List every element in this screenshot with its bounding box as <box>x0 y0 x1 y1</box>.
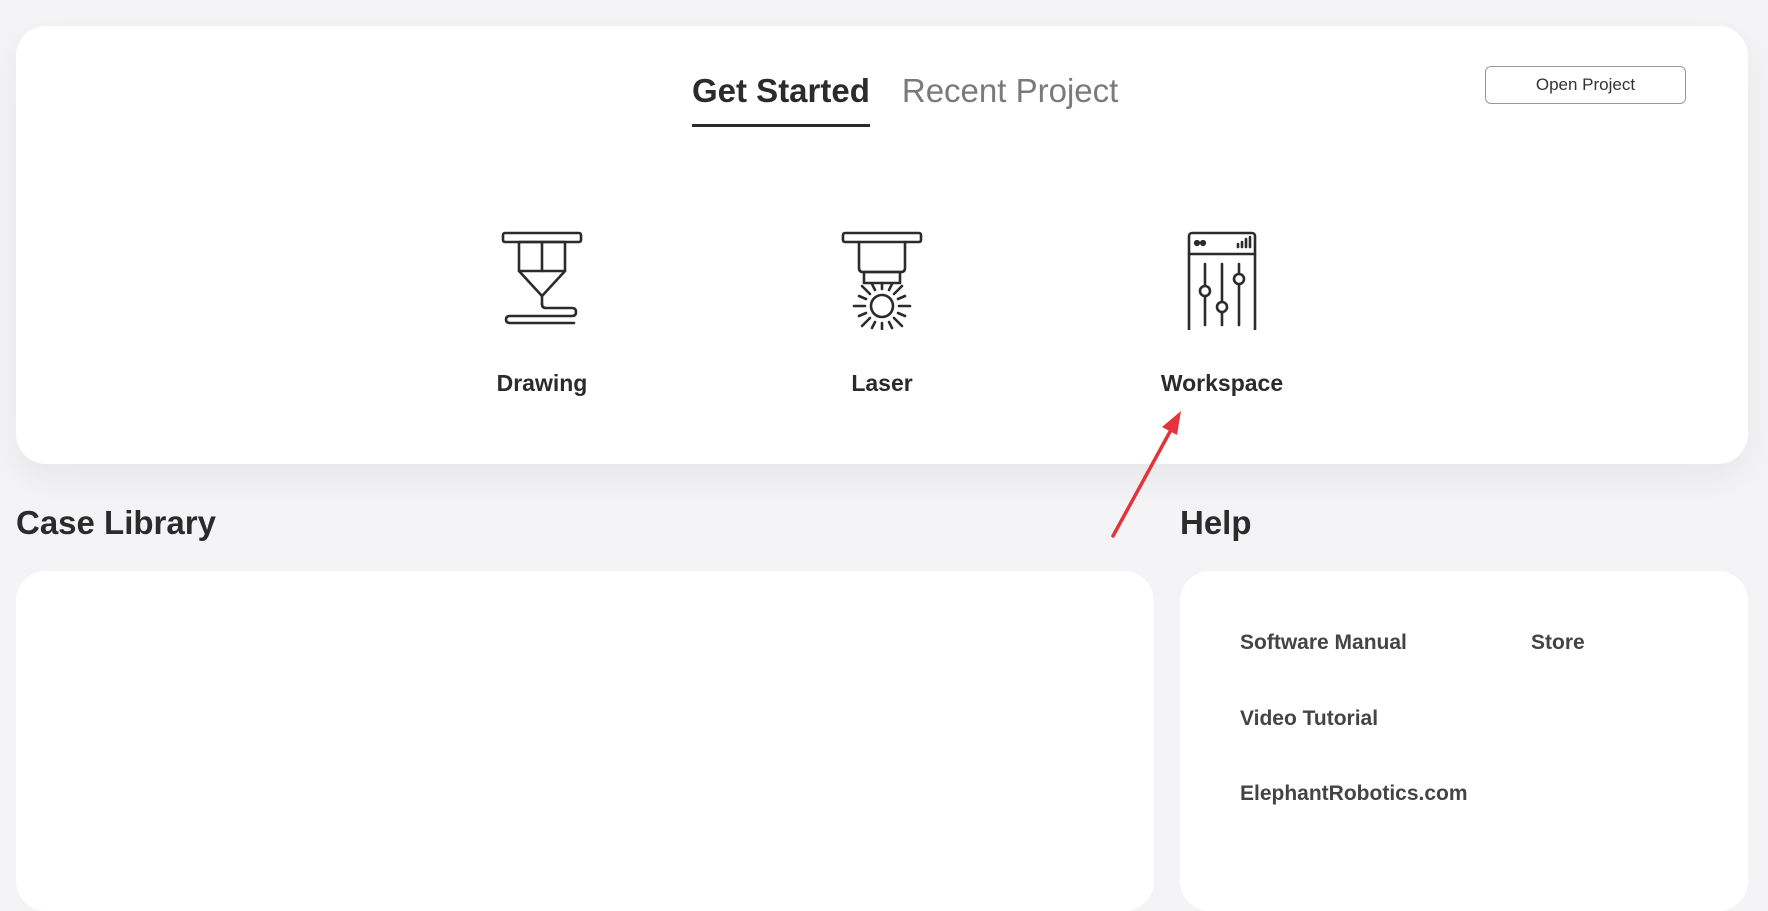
mode-workspace[interactable]: Workspace <box>1122 200 1322 397</box>
help-link-software-manual[interactable]: Software Manual <box>1240 631 1407 655</box>
help-link-store[interactable]: Store <box>1531 631 1585 655</box>
get-started-panel: Get Started Recent Project Open Project … <box>16 26 1748 464</box>
mode-drawing[interactable]: Drawing <box>442 200 642 397</box>
case-library-panel <box>16 571 1154 911</box>
mode-drawing-label: Drawing <box>496 370 588 396</box>
case-library-title: Case Library <box>16 504 216 541</box>
open-project-button[interactable]: Open Project <box>1485 66 1686 104</box>
control-panel-icon <box>1162 200 1282 336</box>
help-title: Help <box>1180 504 1252 541</box>
help-link-website[interactable]: ElephantRobotics.com <box>1240 782 1468 806</box>
tab-get-started[interactable]: Get Started <box>692 68 870 127</box>
mode-laser-label: Laser <box>851 370 913 396</box>
pen-plotter-icon <box>482 200 602 330</box>
tab-bar: Get Started Recent Project <box>692 68 1118 127</box>
help-panel: Software Manual Store Video Tutorial Ele… <box>1180 571 1748 911</box>
tab-recent-project[interactable]: Recent Project <box>902 68 1118 127</box>
mode-laser[interactable]: Laser <box>782 200 982 397</box>
help-link-video-tutorial[interactable]: Video Tutorial <box>1240 707 1378 731</box>
laser-head-icon <box>822 200 942 331</box>
mode-workspace-label: Workspace <box>1160 370 1284 396</box>
